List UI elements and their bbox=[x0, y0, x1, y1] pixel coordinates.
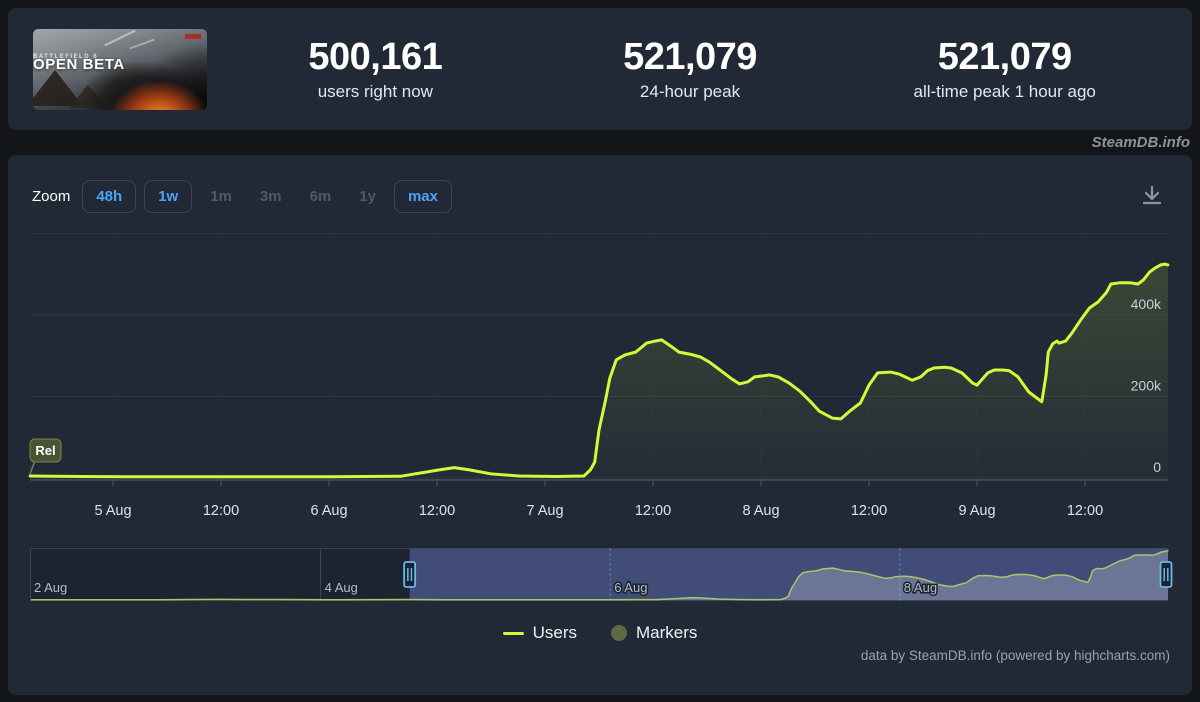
app-stats-panel: BATTLEFIELD 6 OPEN BETA 500,161 users ri… bbox=[8, 8, 1192, 130]
x-axis-label: 12:00 bbox=[203, 503, 239, 519]
x-axis-label: 5 Aug bbox=[94, 503, 131, 519]
peak-24h-value: 521,079 bbox=[623, 38, 757, 76]
navigator-handle-right[interactable] bbox=[1161, 562, 1172, 587]
legend-marker-swatch bbox=[611, 625, 627, 641]
x-axis-label: 12:00 bbox=[1067, 503, 1103, 519]
stat-24h-peak: 521,079 24-hour peak bbox=[533, 8, 848, 130]
navigator-label: 8 Aug bbox=[904, 580, 937, 595]
current-players-label: users right now bbox=[318, 83, 433, 100]
chart-credits: data by SteamDB.info (powered by highcha… bbox=[861, 648, 1170, 663]
red-logo-mark bbox=[185, 34, 201, 39]
game-capsule-image[interactable]: BATTLEFIELD 6 OPEN BETA bbox=[33, 29, 207, 110]
legend-item-users[interactable]: Users bbox=[503, 623, 577, 643]
navigator-label: 4 Aug bbox=[325, 580, 358, 595]
legend-line-swatch bbox=[503, 632, 524, 635]
x-axis-label: 6 Aug bbox=[310, 503, 347, 519]
navigator-label: 6 Aug bbox=[614, 580, 647, 595]
y-axis-label: 400k bbox=[1131, 296, 1162, 312]
stat-alltime-peak: 521,079 all-time peak 1 hour ago bbox=[847, 8, 1162, 130]
x-axis-label: 12:00 bbox=[419, 503, 455, 519]
peak-24h-label: 24-hour peak bbox=[640, 83, 740, 100]
chart-legend: Users Markers bbox=[8, 623, 1192, 643]
navigator-label: 2 Aug bbox=[34, 580, 67, 595]
current-players-value: 500,161 bbox=[308, 38, 442, 76]
legend-item-markers[interactable]: Markers bbox=[611, 623, 697, 643]
contrail-decoration bbox=[104, 30, 135, 46]
x-axis-label: 12:00 bbox=[851, 503, 887, 519]
steamdb-watermark: SteamDB.info bbox=[8, 130, 1192, 155]
x-axis-label: 9 Aug bbox=[958, 503, 995, 519]
flag-tether bbox=[30, 462, 35, 474]
player-stats: 500,161 users right now 521,079 24-hour … bbox=[218, 8, 1162, 130]
fire-decoration bbox=[113, 82, 205, 110]
x-axis-label: 12:00 bbox=[635, 503, 671, 519]
banner-game-subtitle: OPEN BETA bbox=[33, 56, 125, 73]
y-axis-label: 0 bbox=[1153, 459, 1161, 475]
release-flag-label: Rel bbox=[35, 443, 55, 458]
x-axis-label: 8 Aug bbox=[742, 503, 779, 519]
player-count-chart[interactable]: 5 Aug 12:00 6 Aug 12:00 7 Aug 12:00 8 Aug 12:00… bbox=[8, 155, 1192, 695]
alltime-peak-value: 521,079 bbox=[938, 38, 1072, 76]
x-axis-label: 7 Aug bbox=[526, 503, 563, 519]
y-axis-label: 200k bbox=[1131, 378, 1162, 394]
alltime-peak-label: all-time peak 1 hour ago bbox=[913, 83, 1095, 100]
legend-label: Users bbox=[533, 623, 577, 643]
chart-panel: Zoom 48h1w1m3m6m1ymax 5 Aug12:006 Aug12:… bbox=[8, 155, 1192, 695]
legend-label: Markers bbox=[636, 623, 697, 643]
stat-current-players: 500,161 users right now bbox=[218, 8, 533, 130]
navigator-handle-left[interactable] bbox=[404, 562, 415, 587]
